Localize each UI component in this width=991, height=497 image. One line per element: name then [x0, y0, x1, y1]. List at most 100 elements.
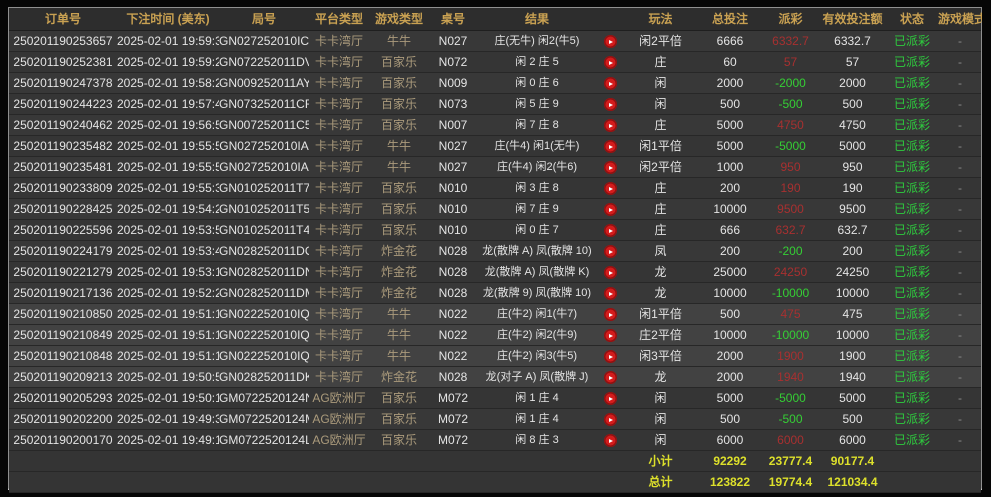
valid_bet-cell: 5000 — [819, 388, 886, 408]
play-cell: 庄 — [623, 115, 698, 135]
table_no-cell: M072 — [429, 409, 477, 429]
time-cell: 2025-02-01 19:55:53 — [117, 157, 219, 177]
replay-cell — [597, 199, 623, 219]
valid_bet-cell: 6000 — [819, 430, 886, 450]
replay-icon[interactable] — [604, 35, 617, 48]
replay-icon[interactable] — [604, 98, 617, 111]
replay-icon[interactable] — [604, 308, 617, 321]
valid_bet-cell: 500 — [819, 409, 886, 429]
time-cell: 2025-02-01 19:51:14 — [117, 346, 219, 366]
status-cell: 已派彩 — [886, 94, 938, 114]
round-cell: GN027252010IA — [219, 136, 309, 156]
replay-icon[interactable] — [604, 77, 617, 90]
play-cell: 闲 — [623, 73, 698, 93]
replay-icon[interactable] — [604, 371, 617, 384]
platform-cell: 卡卡湾厅 — [309, 94, 369, 114]
result-cell: 龙(散牌 9) 凤(散牌 10) — [477, 283, 597, 303]
time-cell: 2025-02-01 19:58:23 — [117, 73, 219, 93]
replay-icon[interactable] — [604, 56, 617, 69]
table_no-cell: N007 — [429, 115, 477, 135]
game_type-cell: 炸金花 — [369, 241, 429, 261]
payout-cell: 9500 — [762, 199, 819, 219]
total_bet-cell: 25000 — [698, 262, 762, 282]
column-header-total_bet: 总投注 — [698, 9, 762, 29]
time-cell: 2025-02-01 19:51:14 — [117, 304, 219, 324]
bet-records-table: 订单号下注时间 (美东)局号平台类型游戏类型桌号结果玩法总投注派彩有效投注额状态… — [8, 7, 982, 490]
replay-cell — [597, 73, 623, 93]
table_no-cell: N010 — [429, 178, 477, 198]
time-cell: 2025-02-01 19:50:11 — [117, 388, 219, 408]
replay-icon[interactable] — [604, 161, 617, 174]
payout-cell: 57 — [762, 52, 819, 72]
total_bet-cell: 2000 — [698, 367, 762, 387]
status-cell: 已派彩 — [886, 31, 938, 51]
total_bet-cell: 6000 — [698, 430, 762, 450]
replay-icon[interactable] — [604, 287, 617, 300]
time-cell: 2025-02-01 19:55:53 — [117, 136, 219, 156]
replay-icon[interactable] — [604, 413, 617, 426]
replay-icon[interactable] — [604, 119, 617, 132]
result-cell: 庄(牛4) 闲2(牛6) — [477, 157, 597, 177]
play-cell: 闲 — [623, 430, 698, 450]
table-header-row: 订单号下注时间 (美东)局号平台类型游戏类型桌号结果玩法总投注派彩有效投注额状态… — [9, 8, 981, 31]
game_type-cell: 牛牛 — [369, 31, 429, 51]
table-row: 2502011902092132025-02-01 19:50:55GN0282… — [9, 367, 981, 388]
replay-cell — [597, 283, 623, 303]
play-cell: 龙 — [623, 283, 698, 303]
table-row: 2502011902523812025-02-01 19:59:20GN0722… — [9, 52, 981, 73]
platform-cell: 卡卡湾厅 — [309, 136, 369, 156]
replay-icon[interactable] — [604, 182, 617, 195]
round-cell: GN009252011AY — [219, 73, 309, 93]
result-cell: 庄(牛2) 闲3(牛5) — [477, 346, 597, 366]
status-cell: 已派彩 — [886, 388, 938, 408]
replay-icon[interactable] — [604, 140, 617, 153]
replay-icon[interactable] — [604, 350, 617, 363]
replay-cell — [597, 388, 623, 408]
play-cell: 闲 — [623, 388, 698, 408]
replay-icon[interactable] — [604, 203, 617, 216]
order-cell: 250201190235481 — [9, 157, 117, 177]
order-cell: 250201190228425 — [9, 199, 117, 219]
column-header-status: 状态 — [886, 9, 938, 29]
order-cell: 250201190210850 — [9, 304, 117, 324]
valid_bet-cell: 57 — [819, 52, 886, 72]
game_type-cell: 牛牛 — [369, 136, 429, 156]
round-cell: GM0722520124N — [219, 388, 309, 408]
column-header-game_type: 游戏类型 — [369, 9, 429, 29]
status-cell: 已派彩 — [886, 52, 938, 72]
total_bet-cell: 500 — [698, 409, 762, 429]
mode-cell: - — [938, 367, 982, 387]
valid_bet-cell: 24250 — [819, 262, 886, 282]
platform-cell: 卡卡湾厅 — [309, 157, 369, 177]
platform-cell: 卡卡湾厅 — [309, 325, 369, 345]
replay-cell — [597, 136, 623, 156]
table_no-cell: N073 — [429, 94, 477, 114]
order-cell: 250201190253657 — [9, 31, 117, 51]
replay-icon[interactable] — [604, 392, 617, 405]
mode-cell: - — [938, 346, 982, 366]
table_no-cell: M072 — [429, 388, 477, 408]
result-cell: 庄(无牛) 闲2(牛5) — [477, 31, 597, 51]
status-cell: 已派彩 — [886, 304, 938, 324]
table-row: 2502011902212792025-02-01 19:53:13GN0282… — [9, 262, 981, 283]
payout-cell: -10000 — [762, 325, 819, 345]
game_type-cell: 百家乐 — [369, 115, 429, 135]
round-cell: GM0722520124L — [219, 430, 309, 450]
platform-cell: 卡卡湾厅 — [309, 73, 369, 93]
replay-icon[interactable] — [604, 224, 617, 237]
replay-icon[interactable] — [604, 329, 617, 342]
valid_bet-cell: 475 — [819, 304, 886, 324]
payout-cell: -2000 — [762, 73, 819, 93]
replay-icon[interactable] — [604, 266, 617, 279]
replay-cell — [597, 367, 623, 387]
replay-cell — [597, 52, 623, 72]
mode-cell: - — [938, 304, 982, 324]
table_no-cell: N010 — [429, 220, 477, 240]
platform-cell: 卡卡湾厅 — [309, 115, 369, 135]
replay-icon[interactable] — [604, 245, 617, 258]
column-header-valid_bet: 有效投注额 — [819, 9, 886, 29]
replay-icon[interactable] — [604, 434, 617, 447]
status-cell: 已派彩 — [886, 199, 938, 219]
valid_bet-cell: 10000 — [819, 325, 886, 345]
result-cell: 庄(牛2) 闲1(牛7) — [477, 304, 597, 324]
